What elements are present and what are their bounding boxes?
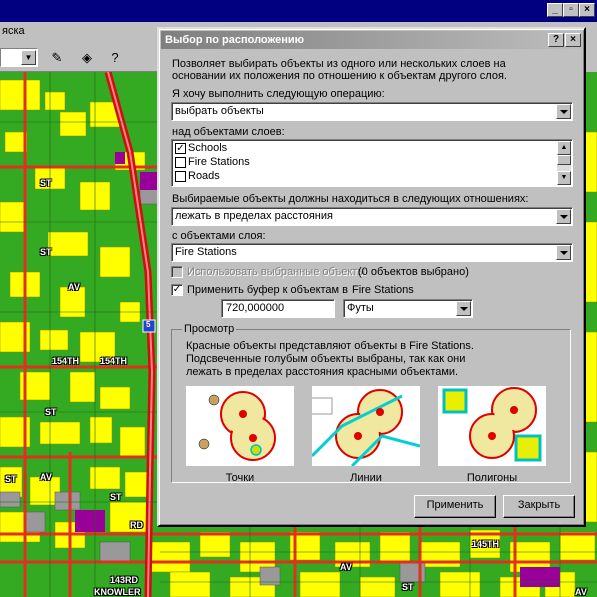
scroll-up-icon[interactable]: ▲ xyxy=(557,141,571,155)
road-label: ST xyxy=(40,178,52,188)
operation-value: выбрать объекты xyxy=(175,105,264,117)
chevron-down-icon[interactable] xyxy=(556,104,571,119)
scroll-thumb[interactable] xyxy=(557,155,571,165)
relation-dropdown[interactable]: лежать в пределах расстояния xyxy=(171,207,573,226)
toolbar: ▼ ✎ ◈ ? xyxy=(0,42,160,72)
intro-line-2: основании их положения по отношению к об… xyxy=(172,70,507,82)
road-label: 154TH xyxy=(100,356,128,366)
identify-tool-icon[interactable]: ◈ xyxy=(76,48,98,68)
highway-shield: 5 xyxy=(146,320,151,329)
dialog-title: Выбор по расположению xyxy=(165,34,305,46)
use-selected-label: Использовать выбранные объекты xyxy=(187,266,366,278)
chevron-down-icon[interactable] xyxy=(556,245,571,260)
road-label: AV xyxy=(575,587,587,597)
buffer-distance-input[interactable]: 720,000000 xyxy=(221,299,335,318)
road-label: 154TH xyxy=(52,356,80,366)
layers-listbox[interactable]: ✓ Schools Fire Stations Roads ▲ ▼ xyxy=(171,139,573,187)
road-label: 143RD xyxy=(110,575,139,585)
app-title-bar: _ ▫ × xyxy=(0,0,597,22)
preview-group: Просмотр Красные объекты представляют об… xyxy=(171,323,571,484)
layer-combo[interactable]: ▼ xyxy=(0,48,38,67)
close-button[interactable]: Закрыть xyxy=(503,495,575,518)
list-item[interactable]: Fire Stations xyxy=(175,156,555,170)
caption-polygons: Полигоны xyxy=(466,472,518,484)
list-item[interactable]: Roads xyxy=(175,170,555,184)
preview-label: Просмотр xyxy=(182,323,237,335)
relation-label: Выбираемые объекты должны находиться в с… xyxy=(172,193,529,205)
layer-checkbox-schools[interactable]: ✓ xyxy=(175,143,186,154)
use-selected-checkbox[interactable] xyxy=(171,266,183,278)
dialog-title-bar[interactable]: Выбор по расположению ? × xyxy=(161,31,582,49)
road-label: ST xyxy=(110,492,122,502)
road-label: AV xyxy=(40,472,52,482)
apply-buffer-checkbox[interactable]: ✓ xyxy=(171,284,183,296)
caption-points: Точки xyxy=(225,472,255,484)
road-label: AV xyxy=(68,282,80,292)
relation-value: лежать в пределах расстояния xyxy=(175,210,333,222)
road-label: ST xyxy=(402,582,414,592)
preview-polygons-image xyxy=(438,386,546,466)
restore-button[interactable]: ▫ xyxy=(563,3,579,17)
preview-line-3: лежать в пределах расстояния красными об… xyxy=(186,366,459,378)
app-close-button[interactable]: × xyxy=(579,3,595,17)
road-label: RD xyxy=(130,520,143,530)
source-layer-label: с объектами слоя: xyxy=(172,230,266,242)
preview-line-2: Подсвеченные голубым объекты выбраны, та… xyxy=(186,353,466,365)
chevron-down-icon[interactable]: ▼ xyxy=(21,50,36,65)
operation-label: Я хочу выполнить следующую операцию: xyxy=(172,88,385,100)
caption-lines: Линии xyxy=(350,472,382,484)
road-label: AV xyxy=(340,562,352,572)
buffer-distance-value: 720,000000 xyxy=(226,302,285,314)
preview-lines-image xyxy=(312,386,420,466)
minimize-button[interactable]: _ xyxy=(547,3,563,17)
layer-checkbox-roads[interactable] xyxy=(175,171,186,182)
layer-name: Fire Stations xyxy=(188,156,250,168)
layer-name: Roads xyxy=(188,170,220,182)
chevron-down-icon[interactable] xyxy=(556,209,571,224)
dialog-close-button[interactable]: × xyxy=(565,33,581,47)
layer-name: Schools xyxy=(188,142,228,154)
road-label: ST xyxy=(45,407,57,417)
whats-this-help-icon[interactable]: ? xyxy=(104,48,126,68)
layer-checkbox-fire-stations[interactable] xyxy=(175,157,186,168)
road-label: ST xyxy=(40,247,52,257)
preview-line-1: Красные объекты представляют объекты в F… xyxy=(186,340,474,352)
intro-line-1: Позволяет выбирать объекты из одного или… xyxy=(172,58,506,70)
buffer-label: Применить буфер к объектам в xyxy=(187,284,349,296)
road-label: KNOWLER xyxy=(94,587,141,597)
road-label: 145TH xyxy=(472,539,500,549)
buffer-units-dropdown[interactable]: Футы xyxy=(343,299,473,318)
scroll-down-icon[interactable]: ▼ xyxy=(557,171,571,185)
road-label: ST xyxy=(5,474,17,484)
preview-points-image xyxy=(186,386,294,466)
chevron-down-icon[interactable] xyxy=(456,301,471,316)
list-item[interactable]: ✓ Schools xyxy=(175,142,555,156)
layers-label: над объектами слоев: xyxy=(172,126,285,138)
operation-dropdown[interactable]: выбрать объекты xyxy=(171,102,573,121)
buffer-layer-name: Fire Stations xyxy=(352,284,414,296)
source-layer-dropdown[interactable]: Fire Stations xyxy=(171,243,573,262)
select-by-location-dialog: Выбор по расположению ? × Позволяет выби… xyxy=(157,27,586,527)
layers-scrollbar[interactable]: ▲ ▼ xyxy=(557,141,571,185)
edit-tool-icon[interactable]: ✎ xyxy=(46,48,68,68)
buffer-units-value: Футы xyxy=(347,302,374,314)
help-button[interactable]: ? xyxy=(548,33,564,47)
source-layer-value: Fire Stations xyxy=(175,246,237,258)
selected-count: (0 объектов выбрано) xyxy=(358,266,469,278)
apply-button[interactable]: Применить xyxy=(414,495,496,518)
menu-item-partial[interactable]: яска xyxy=(2,25,25,37)
